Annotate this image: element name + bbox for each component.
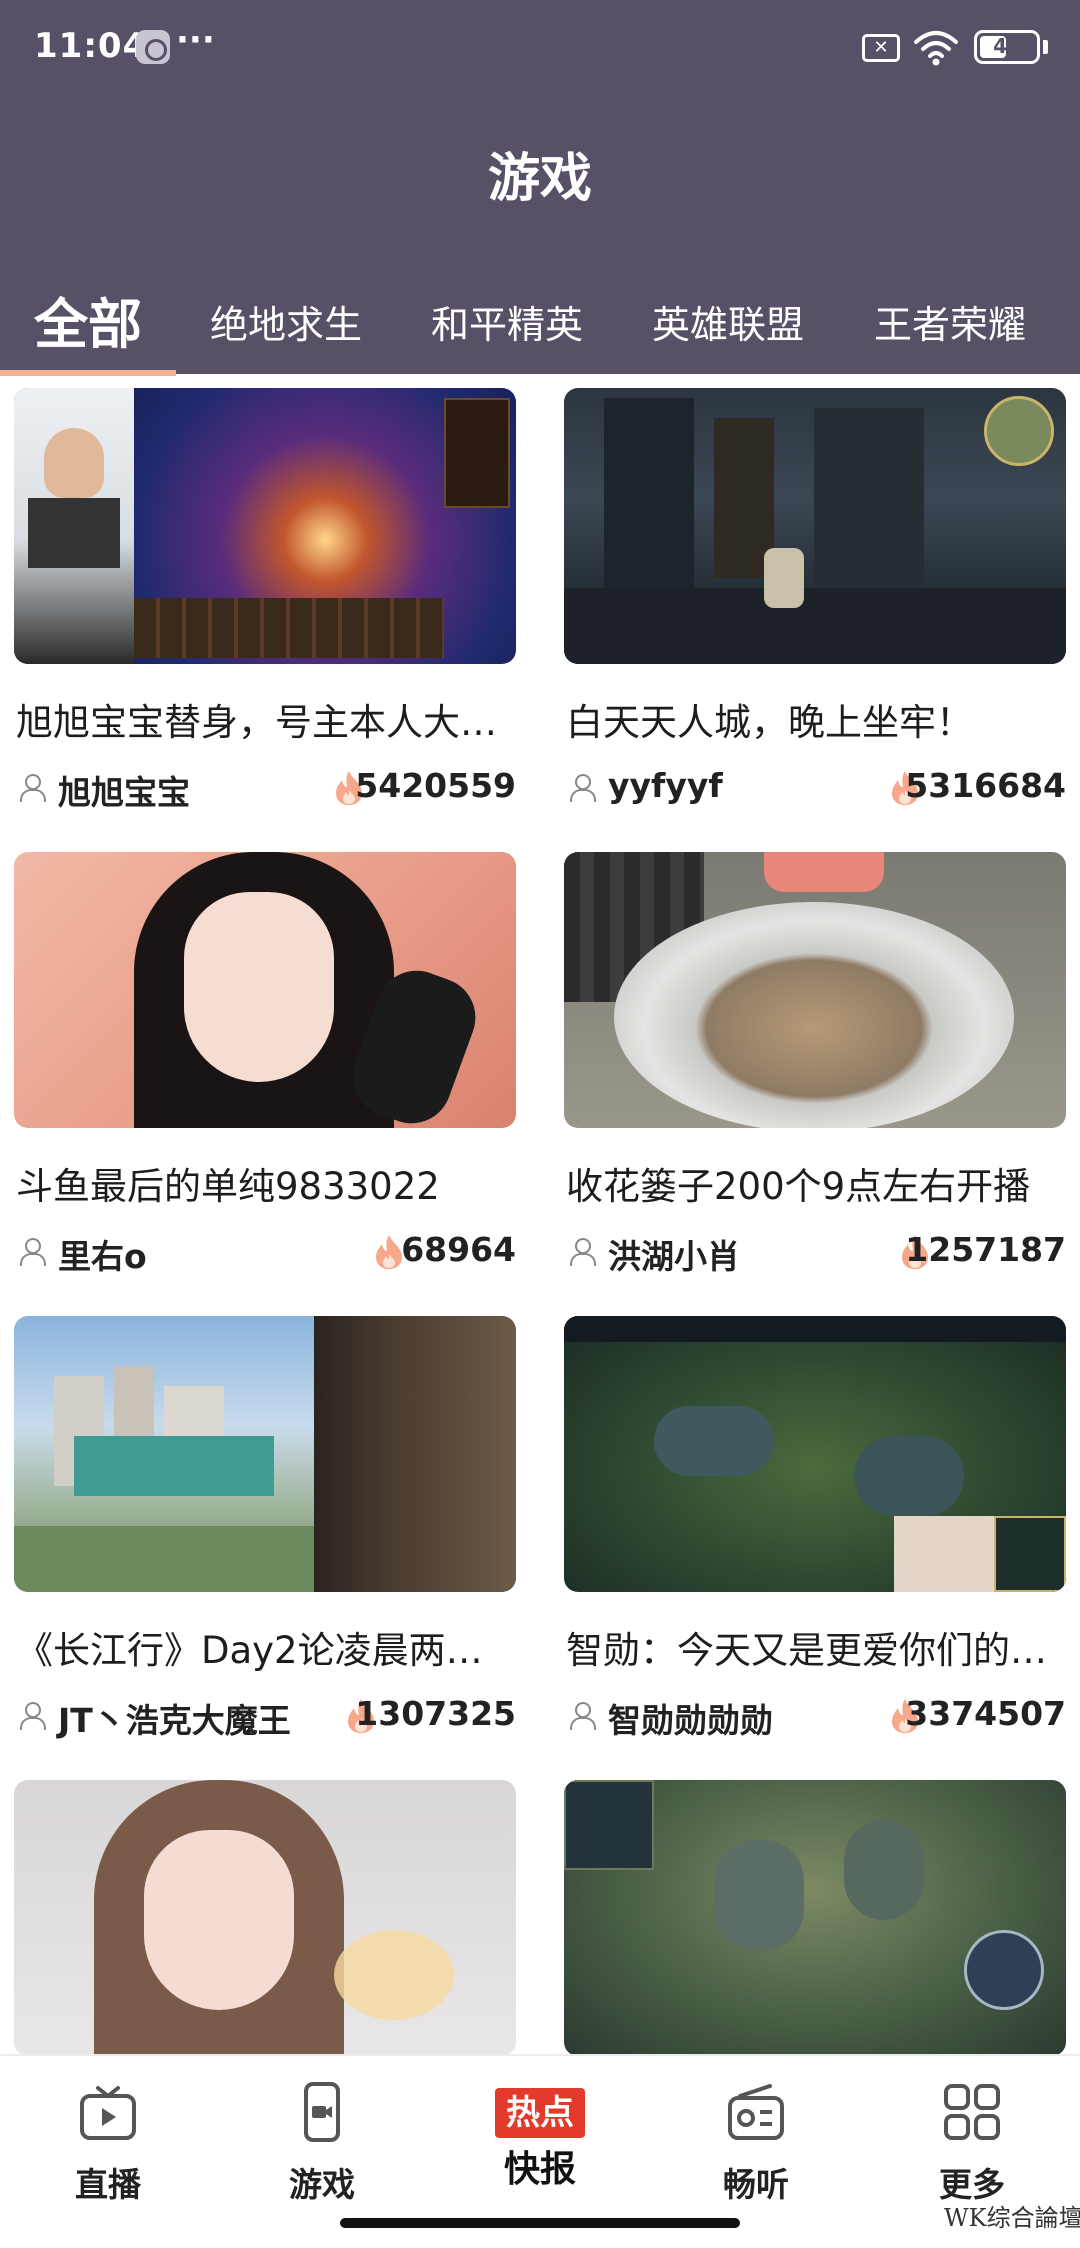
stream-thumbnail[interactable] bbox=[14, 852, 516, 1128]
battery-tip bbox=[1043, 40, 1048, 54]
user-icon bbox=[18, 1238, 46, 1266]
active-tab-indicator bbox=[0, 370, 176, 376]
watermark: WK综合論壇 bbox=[944, 2204, 1080, 2232]
stream-thumbnail[interactable] bbox=[14, 1316, 516, 1592]
wifi-icon bbox=[914, 31, 958, 66]
heat-count: 68964 bbox=[401, 1230, 516, 1269]
page-title: 游戏 bbox=[487, 149, 592, 209]
home-indicator[interactable] bbox=[340, 2218, 740, 2228]
user-icon bbox=[568, 1702, 596, 1730]
stream-thumbnail[interactable] bbox=[14, 1780, 516, 2056]
stream-thumbnail[interactable] bbox=[564, 1316, 1066, 1592]
grid-icon bbox=[944, 2084, 1000, 2140]
streamer-name: 里右o bbox=[58, 1237, 147, 1276]
nav-games[interactable]: 游戏 bbox=[252, 2080, 392, 2206]
stream-title: 斗鱼最后的单纯9833022 bbox=[16, 1165, 440, 1208]
stream-meta: yyfyyf 5316684 bbox=[564, 766, 1066, 810]
tab-lol[interactable]: 英雄联盟 bbox=[652, 294, 804, 349]
nav-more[interactable]: 更多 bbox=[902, 2080, 1042, 2206]
radio-icon bbox=[728, 2084, 784, 2140]
nav-live[interactable]: 直播 bbox=[38, 2080, 178, 2206]
stream-title: 白天天人城，晚上坐牢！ bbox=[566, 701, 973, 744]
stream-thumbnail[interactable] bbox=[564, 852, 1066, 1128]
no-sim-icon: ✕ bbox=[862, 34, 900, 62]
stream-meta: 旭旭宝宝 5420559 bbox=[14, 766, 516, 812]
battery-icon: 42 bbox=[974, 30, 1040, 64]
category-tabs: 全部 绝地求生 和平精英 英雄联盟 王者荣耀 bbox=[0, 270, 1080, 376]
streamer-name: yyfyyf bbox=[608, 766, 723, 805]
streamer-name: JT丶浩克大魔王 bbox=[58, 1701, 291, 1740]
hot-news-badge: 热点 bbox=[495, 2088, 585, 2138]
heat-count: 1257187 bbox=[905, 1230, 1066, 1269]
stream-meta: 洪湖小肖 1257187 bbox=[564, 1230, 1066, 1276]
tab-all[interactable]: 全部 bbox=[34, 280, 142, 359]
nav-live-label: 直播 bbox=[75, 2165, 141, 2204]
user-icon bbox=[18, 1702, 46, 1730]
nav-games-label: 游戏 bbox=[289, 2165, 355, 2204]
heat-count: 3374507 bbox=[905, 1694, 1066, 1733]
stream-thumbnail[interactable] bbox=[564, 388, 1066, 664]
stream-thumbnail[interactable] bbox=[564, 1780, 1066, 2056]
user-icon bbox=[18, 774, 46, 802]
header: 11:04 ··· ✕ 42 游戏 全部 绝地求生 和平精英 英雄联盟 王者荣耀 bbox=[0, 0, 1080, 376]
stream-title: 《长江行》Day2论凌晨两点… bbox=[16, 1629, 516, 1672]
user-icon bbox=[568, 1238, 596, 1266]
heat-count: 5420559 bbox=[355, 766, 516, 805]
tab-peace-elite[interactable]: 和平精英 bbox=[431, 294, 583, 349]
user-icon bbox=[568, 774, 596, 802]
status-time: 11:04 bbox=[34, 26, 148, 66]
stream-title: 收花篓子200个9点左右开播 bbox=[566, 1165, 1031, 1208]
more-notifications-icon: ··· bbox=[176, 20, 215, 60]
app-notification-icon bbox=[136, 30, 170, 64]
tv-icon bbox=[80, 2086, 136, 2140]
stream-meta: 里右o 68964 bbox=[14, 1230, 516, 1276]
tab-honor-of-kings[interactable]: 王者荣耀 bbox=[874, 294, 1026, 349]
heat-count: 1307325 bbox=[355, 1694, 516, 1733]
status-bar: 11:04 ··· ✕ 42 bbox=[0, 0, 1080, 95]
hot-news-sub-label: 快报 bbox=[503, 2149, 576, 2190]
battery-level: 42 bbox=[993, 34, 1021, 58]
stream-title: 旭旭宝宝替身，号主本人大… bbox=[16, 701, 497, 744]
streamer-name: 智勋勋勋勋 bbox=[608, 1701, 773, 1740]
phone-video-icon bbox=[304, 2082, 340, 2142]
nav-listen-label: 畅听 bbox=[723, 2165, 789, 2204]
stream-meta: JT丶浩克大魔王 1307325 bbox=[14, 1694, 516, 1740]
streamer-name: 洪湖小肖 bbox=[608, 1237, 740, 1276]
heat-count: 5316684 bbox=[905, 766, 1066, 805]
streamer-name: 旭旭宝宝 bbox=[58, 773, 190, 812]
stream-title: 智勋：今天又是更爱你们的… bbox=[566, 1629, 1047, 1672]
stream-thumbnail[interactable] bbox=[14, 388, 516, 664]
tab-pubg[interactable]: 绝地求生 bbox=[210, 294, 362, 349]
nav-listen[interactable]: 畅听 bbox=[686, 2080, 826, 2206]
stream-meta: 智勋勋勋勋 3374507 bbox=[564, 1694, 1066, 1740]
nav-hot-news[interactable]: 热点 快报 bbox=[470, 2080, 610, 2192]
